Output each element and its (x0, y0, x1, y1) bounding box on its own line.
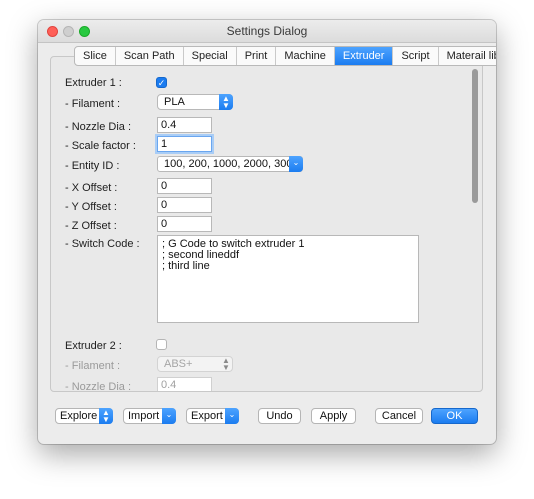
extruder1-entity-label: - Entity ID : (65, 160, 120, 172)
extruder1-entity-select[interactable]: 100, 200, 1000, 2000, 3000 ⌄ (157, 156, 303, 172)
extruder2-checkbox[interactable] (156, 339, 167, 350)
extruder1-filament-value: PLA (164, 96, 185, 108)
extruder2-nozzle-label: - Nozzle Dia : (65, 381, 132, 391)
extruder1-scale-label: - Scale factor : (65, 140, 136, 152)
chevron-down-icon: ⌄ (162, 408, 176, 424)
extruder2-filament-value: ABS+ (164, 358, 193, 370)
extruder1-checkbox[interactable]: ✓ (156, 77, 167, 88)
export-label: Export (191, 410, 223, 422)
up-down-arrows-icon: ▲ ▼ (219, 94, 233, 110)
settings-panel: Extruder 1 : ✓ - Filament : PLA ▲ ▼ - Noz… (50, 56, 483, 392)
extruder1-yoffset-label: - Y Offset : (65, 201, 117, 213)
extruder1-xoffset-label: - X Offset : (65, 182, 118, 194)
extruder1-zoffset-field[interactable]: 0 (157, 216, 212, 232)
vertical-scrollbar[interactable] (470, 61, 480, 387)
extruder1-xoffset-field[interactable]: 0 (157, 178, 212, 194)
scrollbar-thumb[interactable] (472, 69, 478, 203)
extruder1-label: Extruder 1 : (65, 77, 122, 89)
tab-script[interactable]: Script (393, 47, 439, 65)
explore-button[interactable]: Explore ▲ ▼ (55, 408, 113, 424)
settings-tabs: Slice Scan Path Special Print Machine Ex… (74, 46, 496, 66)
cancel-button[interactable]: Cancel (375, 408, 423, 424)
up-down-arrows-icon: ▲ ▼ (99, 408, 113, 424)
tab-special[interactable]: Special (184, 47, 237, 65)
settings-dialog-window: Settings Dialog Extruder 1 : ✓ - Filamen… (38, 20, 496, 444)
chevron-down-icon: ⌄ (289, 156, 303, 172)
import-label: Import (128, 410, 160, 422)
extruder1-zoffset-label: - Z Offset : (65, 220, 117, 232)
extruder1-scale-field[interactable]: 1 (157, 136, 212, 152)
tab-machine[interactable]: Machine (276, 47, 335, 65)
tab-extruder[interactable]: Extruder (334, 47, 394, 65)
extruder1-nozzle-field[interactable]: 0.4 (157, 117, 212, 133)
extruder1-yoffset-field[interactable]: 0 (157, 197, 212, 213)
export-button[interactable]: Export ⌄ (186, 408, 239, 424)
ok-button[interactable]: OK (431, 408, 478, 424)
extruder-settings-content: Extruder 1 : ✓ - Filament : PLA ▲ ▼ - Noz… (51, 57, 469, 391)
extruder1-filament-label: - Filament : (65, 98, 121, 110)
extruder1-switch-label: - Switch Code : (65, 238, 140, 250)
undo-button[interactable]: Undo (258, 408, 301, 424)
tab-scan-path[interactable]: Scan Path (116, 47, 184, 65)
tab-print[interactable]: Print (237, 47, 277, 65)
switch-code-line: ; third line (162, 260, 210, 272)
extruder1-nozzle-label: - Nozzle Dia : (65, 121, 132, 133)
extruder2-nozzle-field[interactable]: 0.4 (157, 377, 212, 391)
extruder2-label: Extruder 2 : (65, 340, 122, 352)
tab-slice[interactable]: Slice (75, 47, 116, 65)
extruder2-filament-select[interactable]: ABS+ ▲ ▼ (157, 356, 233, 372)
explore-label: Explore (60, 410, 98, 422)
title-bar[interactable]: Settings Dialog (38, 20, 496, 43)
apply-button[interactable]: Apply (311, 408, 356, 424)
up-down-arrows-icon: ▲ ▼ (222, 356, 230, 372)
extruder1-filament-select[interactable]: PLA ▲ ▼ (157, 94, 233, 110)
tab-materail-lib[interactable]: Materail lib (439, 47, 496, 65)
window-title: Settings Dialog (226, 24, 308, 38)
extruder1-entity-value: 100, 200, 1000, 2000, 3000 (164, 158, 299, 170)
extruder1-switch-code-textarea[interactable]: ; G Code to switch extruder 1; second li… (157, 235, 419, 323)
chevron-down-icon: ⌄ (225, 408, 239, 424)
import-button[interactable]: Import ⌄ (123, 408, 176, 424)
extruder2-filament-label: - Filament : (65, 360, 121, 372)
